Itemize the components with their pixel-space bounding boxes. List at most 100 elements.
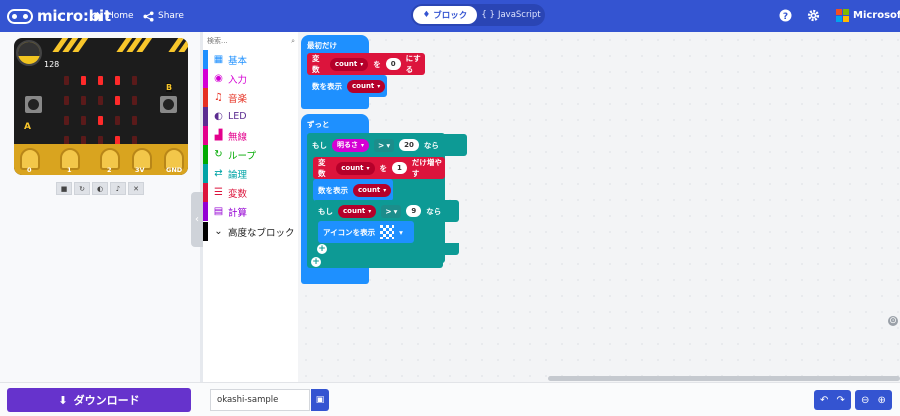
pin-label: 0 <box>27 166 32 174</box>
braces-icon: { } <box>481 10 495 20</box>
zoom-out-icon[interactable]: ⊖ <box>861 395 869 406</box>
category-logic[interactable]: ⇄ 論理 <box>203 164 298 183</box>
zoom-reset-button[interactable]: ⊙ <box>888 316 898 326</box>
microbit-logo-icon <box>7 8 33 24</box>
forever-label: ずっと <box>307 120 330 129</box>
show-icon-block[interactable]: アイコンを表示 ▾ <box>318 221 414 243</box>
help-button[interactable]: ? <box>779 9 792 22</box>
change-variable-block[interactable]: 変数 count を 1 だけ増やす <box>313 157 445 179</box>
category-advanced[interactable]: ⌄ 高度なブロック <box>203 222 298 241</box>
project-name-input[interactable] <box>210 389 310 411</box>
category-music[interactable]: ♫ 音楽 <box>203 88 298 107</box>
plus-icon: + <box>318 244 326 254</box>
variable-dropdown[interactable]: count <box>336 161 375 175</box>
zoom-group: ⊖ ⊕ <box>855 390 892 410</box>
plus-icon: + <box>312 257 320 267</box>
microsoft-logo[interactable]: Microsoft <box>836 9 900 22</box>
undo-icon[interactable]: ↶ <box>820 395 828 406</box>
slow-motion-button[interactable]: ◐ <box>92 182 108 195</box>
microbit-board: 128 A B 0 1 2 3V GND <box>14 38 188 175</box>
blocks-tab[interactable]: ♦ ブロック <box>413 6 477 24</box>
category-label: 計算 <box>228 207 248 219</box>
category-basic[interactable]: ▦ 基本 <box>203 50 298 69</box>
grid-icon: ▦ <box>213 54 224 65</box>
horizontal-scrollbar[interactable] <box>548 376 900 381</box>
settings-button[interactable] <box>807 9 820 22</box>
operator-dropdown[interactable]: > ▾ <box>374 138 395 152</box>
category-loops[interactable]: ↻ ループ <box>203 145 298 164</box>
home-icon <box>92 11 103 21</box>
shuffle-icon: ⇄ <box>214 168 223 179</box>
category-math[interactable]: ▤ 計算 <box>203 202 298 221</box>
pin-label: 1 <box>67 166 72 174</box>
category-label: 音楽 <box>228 93 248 105</box>
variable-dropdown[interactable]: count <box>347 79 386 93</box>
set-variable-block[interactable]: 変数 count を 0 にする <box>307 53 425 75</box>
variable-dropdown[interactable]: count <box>353 183 392 197</box>
add-else-button[interactable]: + <box>311 257 321 267</box>
variable-dropdown[interactable]: count <box>338 204 377 218</box>
save-button[interactable]: ▣ <box>311 389 329 411</box>
chevron-down-icon: ⌄ <box>214 226 223 237</box>
show-number-block[interactable]: 数を表示 count <box>313 179 393 201</box>
save-icon: ▣ <box>315 395 325 405</box>
javascript-tab[interactable]: { } JavaScript <box>479 6 543 24</box>
close-icon: ✕ <box>133 184 139 193</box>
download-label: ダウンロード <box>73 394 140 407</box>
download-button[interactable]: ⬇ ダウンロード <box>7 388 191 412</box>
category-led[interactable]: ◐ LED <box>203 107 298 126</box>
category-label: 基本 <box>228 55 248 67</box>
footer: ⬇ ダウンロード ▣ ↶ ↷ ⊖ ⊕ <box>0 382 900 416</box>
light-level-value: 128 <box>44 60 60 69</box>
show-number-block[interactable]: 数を表示 count <box>307 75 387 97</box>
home-button[interactable]: Home <box>92 9 134 23</box>
zoom-in-icon[interactable]: ⊕ <box>878 395 886 406</box>
toolbox-search[interactable]: 検索... ⌕ <box>207 34 295 48</box>
category-label: 入力 <box>228 74 248 86</box>
redo-icon[interactable]: ↷ <box>837 395 845 406</box>
light-level-gauge[interactable] <box>16 40 42 66</box>
button-b[interactable] <box>160 96 177 113</box>
value-input[interactable]: 9 <box>406 205 422 217</box>
refresh-icon: ↻ <box>214 149 223 160</box>
target-icon: ◉ <box>214 73 223 84</box>
value-input[interactable]: 1 <box>392 162 407 174</box>
nested-if-block[interactable]: もし count >▾ 9 なら <box>313 200 459 222</box>
collapse-simulator-button[interactable]: ‹ <box>191 192 203 247</box>
target-icon: ⊙ <box>889 316 897 326</box>
value-input[interactable]: 20 <box>399 139 419 151</box>
download-icon: ⬇ <box>58 393 68 407</box>
gear-icon <box>807 9 820 22</box>
pin-label: GND <box>166 166 183 174</box>
operator-dropdown[interactable]: > ▾ <box>381 204 402 218</box>
home-label: Home <box>107 11 134 21</box>
snail-icon: ◐ <box>96 184 104 193</box>
stop-button[interactable]: ■ <box>56 182 72 195</box>
pin-label: 2 <box>107 166 112 174</box>
toolbox: 検索... ⌕ ▦ 基本 ◉ 入力 ♫ 音楽 ◐ LED ▟ 無線 ↻ ループ ⇄ 論理 ☰ 変… <box>203 32 298 384</box>
value-input[interactable]: 0 <box>385 58 401 70</box>
restart-button[interactable]: ↻ <box>74 182 90 195</box>
category-label: ループ <box>228 150 256 162</box>
category-label: 高度なブロック <box>228 227 295 239</box>
top-bar: micro:bit Home Share ♦ ブロック { } JavaScri… <box>0 0 900 32</box>
category-radio[interactable]: ▟ 無線 <box>203 126 298 145</box>
category-input[interactable]: ◉ 入力 <box>203 69 298 88</box>
blocks-workspace[interactable]: 最初だけ 変数 count を 0 にする 数を表示 count ずっと もし … <box>298 32 900 382</box>
category-label: 変数 <box>228 188 248 200</box>
search-input[interactable]: 検索... <box>207 36 228 46</box>
microsoft-label: Microsoft <box>853 10 900 21</box>
category-variables[interactable]: ☰ 変数 <box>203 183 298 202</box>
icon-picker[interactable] <box>380 225 395 239</box>
mute-button[interactable]: ♪ <box>110 182 126 195</box>
simulator-panel: 128 A B 0 1 2 3V GND ■ ↻ ◐ ♪ ✕ <box>0 32 200 384</box>
add-else-button[interactable]: + <box>317 244 327 254</box>
category-label: 無線 <box>228 131 248 143</box>
light-level-reporter[interactable]: 明るさ <box>332 138 370 152</box>
restart-icon: ↻ <box>79 184 85 193</box>
button-a[interactable] <box>25 96 42 113</box>
javascript-label: JavaScript <box>497 10 541 20</box>
close-button[interactable]: ✕ <box>128 182 144 195</box>
share-button[interactable]: Share <box>143 9 184 23</box>
variable-dropdown[interactable]: count <box>329 57 369 71</box>
